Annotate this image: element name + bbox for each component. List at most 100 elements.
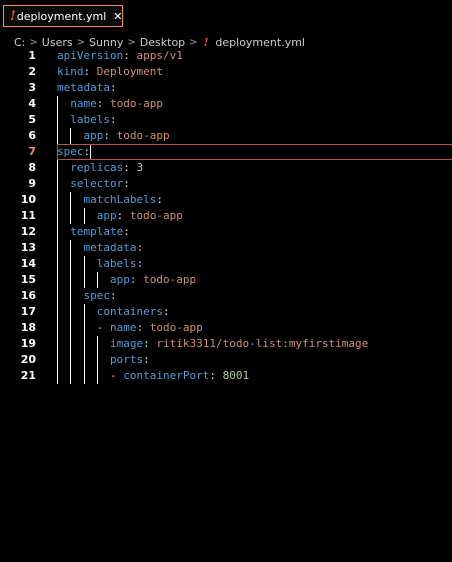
yaml-value: ritik3311/todo-list:myfirstimage <box>156 337 369 350</box>
code-line[interactable]: 4 name: todo-app <box>0 96 452 112</box>
indent-guide <box>83 352 85 368</box>
code-text: replicas: 3 <box>70 160 143 176</box>
code-line[interactable]: 3 metadata: <box>0 80 452 96</box>
breadcrumb-sunny[interactable]: Sunny <box>89 36 123 49</box>
indent-guide <box>83 368 85 384</box>
indent-guide <box>57 208 58 224</box>
code-text: app: todo-app <box>97 208 183 224</box>
code-line[interactable]: 18 - name: todo-app <box>0 320 452 336</box>
code-text: image: ritik3311/todo-list:myfirstimage <box>110 336 368 352</box>
yaml-value: todo-app <box>116 129 170 142</box>
list-dash: - <box>96 321 110 334</box>
code-text: metadata: <box>84 240 144 256</box>
code-line[interactable]: 7 spec: <box>0 144 452 160</box>
indent-guide <box>83 320 85 336</box>
yaml-key: spec <box>57 145 84 158</box>
breadcrumb-users[interactable]: Users <box>42 36 73 49</box>
yaml-value: 3 <box>136 161 144 174</box>
line-number: 12 <box>20 225 36 238</box>
line-number: 5 <box>28 113 36 126</box>
code-line[interactable]: 5 labels: <box>0 112 452 128</box>
chevron-right-icon: > <box>29 36 38 48</box>
indent-guide <box>70 336 72 352</box>
code-text: spec: <box>57 144 92 160</box>
close-icon[interactable]: ✕ <box>113 10 122 23</box>
yaml-colon: : <box>143 337 157 350</box>
indent-guide <box>70 240 72 256</box>
text-cursor <box>90 145 92 159</box>
yaml-colon: : <box>136 321 150 334</box>
code-line[interactable]: 12 template: <box>0 224 452 240</box>
line-number: 4 <box>28 97 36 110</box>
indent-guide <box>70 272 72 288</box>
indent-guide <box>70 128 72 144</box>
yaml-colon: : <box>123 49 137 62</box>
indent-guide <box>83 256 85 272</box>
code-line[interactable]: 14 labels: <box>0 256 452 272</box>
code-editor[interactable]: 1 apiVersion: apps/v1 2 kind: Deployment 3 me… <box>0 48 452 388</box>
code-line[interactable]: 6 app: todo-app <box>0 128 452 144</box>
indent-guide <box>70 368 72 384</box>
code-line[interactable]: 16 spec: <box>0 288 452 304</box>
yaml-value: todo-app <box>143 273 197 286</box>
line-number: 13 <box>20 241 36 254</box>
indent-guide <box>83 208 85 224</box>
line-number: 19 <box>20 337 36 350</box>
code-line[interactable]: 21 - containerPort: 8001 <box>0 368 452 384</box>
yaml-key: matchLabels <box>83 193 157 206</box>
chevron-right-icon: > <box>189 36 198 48</box>
code-line[interactable]: 8 replicas: 3 <box>0 160 452 176</box>
code-line[interactable]: 13 metadata: <box>0 240 452 256</box>
code-text: - name: todo-app <box>97 320 203 336</box>
indent-guide <box>70 352 72 368</box>
breadcrumb-drive[interactable]: C: <box>14 36 25 49</box>
code-line[interactable]: 1 apiVersion: apps/v1 <box>0 48 452 64</box>
code-text: kind: Deployment <box>57 64 163 80</box>
yaml-colon: : <box>156 193 163 206</box>
code-line[interactable]: 20 ports: <box>0 352 452 368</box>
indent-guide <box>83 272 85 288</box>
code-line[interactable]: 9 selector: <box>0 176 452 192</box>
tab-deployment-yml[interactable]: ! deployment.yml ✕ <box>3 5 123 27</box>
yaml-colon: : <box>123 161 137 174</box>
indent-guide <box>57 160 58 176</box>
indent-guide <box>70 208 72 224</box>
yaml-value: todo-app <box>129 209 183 222</box>
code-line[interactable]: 19 image: ritik3311/todo-list:myfirstimag… <box>0 336 452 352</box>
indent-guide <box>96 368 98 384</box>
breadcrumb-file[interactable]: deployment.yml <box>215 36 305 49</box>
indent-guide <box>57 368 58 384</box>
code-line[interactable]: 17 containers: <box>0 304 452 320</box>
code-line[interactable]: 11 app: todo-app <box>0 208 452 224</box>
yaml-key: app <box>96 209 117 222</box>
yaml-colon: : <box>83 145 91 158</box>
indent-guide <box>57 96 58 112</box>
chevron-right-icon: > <box>127 36 136 48</box>
indent-guide <box>57 304 58 320</box>
list-dash: - <box>110 369 124 382</box>
code-text: app: todo-app <box>110 272 196 288</box>
line-number: 18 <box>20 321 36 334</box>
code-line[interactable]: 15 app: todo-app <box>0 272 452 288</box>
indent-guide <box>83 304 85 320</box>
yaml-colon: : <box>110 113 117 126</box>
yaml-value: Deployment <box>96 65 163 78</box>
yaml-key: labels <box>70 113 110 126</box>
yaml-key: spec <box>83 289 111 302</box>
line-number: 14 <box>20 257 36 270</box>
indent-guide <box>57 272 58 288</box>
line-number: 7 <box>28 145 36 158</box>
indent-guide <box>57 352 58 368</box>
indent-guide <box>57 320 58 336</box>
yaml-colon: : <box>83 65 97 78</box>
code-line[interactable]: 10 matchLabels: <box>0 192 452 208</box>
warning-icon: ! <box>203 35 209 49</box>
indent-guide <box>96 336 98 352</box>
code-line[interactable]: 2 kind: Deployment <box>0 64 452 80</box>
yaml-colon: : <box>136 241 144 254</box>
yaml-key: name <box>70 97 97 110</box>
indent-guide <box>57 176 58 192</box>
yaml-value: todo-app <box>149 321 203 334</box>
breadcrumb-desktop[interactable]: Desktop <box>140 36 185 49</box>
yaml-key: selector <box>70 177 124 190</box>
